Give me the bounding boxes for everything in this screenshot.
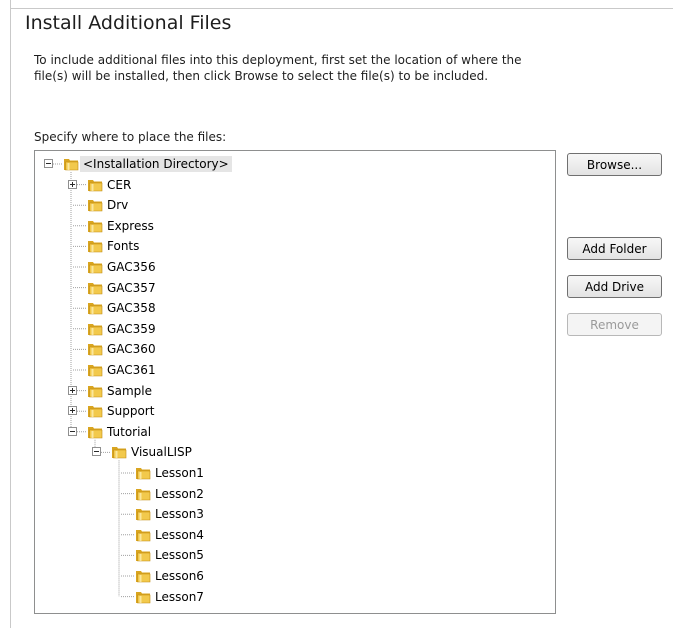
panel-top-border xyxy=(10,8,673,9)
tree-node-label: GAC361 xyxy=(107,363,156,377)
collapse-icon[interactable] xyxy=(92,447,101,457)
tree-label: Specify where to place the files: xyxy=(34,130,227,144)
tree-node-gac360[interactable]: GAC360 xyxy=(86,339,159,359)
expand-icon[interactable] xyxy=(68,385,77,395)
tree-node-label: GAC360 xyxy=(107,342,156,357)
tree-node-lesson2[interactable]: Lesson2 xyxy=(134,484,207,504)
folder-icon xyxy=(86,423,104,441)
instructions-line-2: file(s) will be installed, then click Br… xyxy=(34,69,489,83)
tree-node-label: Tutorial xyxy=(107,424,152,439)
folder-icon xyxy=(86,176,104,194)
tree-node-cer[interactable]: CER xyxy=(86,175,134,195)
tree-node-label: Lesson7 xyxy=(155,589,204,604)
tree-node-label: Lesson3 xyxy=(155,507,204,522)
tree-node-lesson1[interactable]: Lesson1 xyxy=(134,463,207,483)
browse-button[interactable]: Browse... xyxy=(567,153,662,176)
folder-icon xyxy=(110,443,128,461)
tree-node-lesson3[interactable]: Lesson3 xyxy=(134,504,207,524)
tree-node-label: VisualLISP xyxy=(131,445,192,460)
tree-node-lesson4[interactable]: Lesson4 xyxy=(134,525,207,545)
tree-node-lesson7[interactable]: Lesson7 xyxy=(134,587,207,607)
folder-icon xyxy=(86,237,104,255)
add-drive-button[interactable]: Add Drive xyxy=(567,275,662,298)
tree-node-label: Sample xyxy=(107,383,152,398)
tree-node-lesson6[interactable]: Lesson6 xyxy=(134,566,207,586)
folder-icon xyxy=(86,382,104,400)
tree-node-label: GAC359 xyxy=(107,321,156,336)
tree-node-label: Lesson1 xyxy=(155,466,204,480)
folder-icon xyxy=(86,217,104,235)
tree-node-label: Drv xyxy=(107,198,129,213)
instructions-line-1: To include additional files into this de… xyxy=(34,53,522,67)
folder-icon xyxy=(134,485,152,503)
folder-icon xyxy=(86,340,104,358)
tree-node-gac357[interactable]: GAC357 xyxy=(86,278,159,298)
tree-node-label: Lesson6 xyxy=(155,569,204,583)
instructions-text: To include additional files into this de… xyxy=(34,52,554,84)
collapse-icon[interactable] xyxy=(68,426,77,436)
tree-node-gac359[interactable]: GAC359 xyxy=(86,319,159,339)
add-folder-button[interactable]: Add Folder xyxy=(567,237,662,260)
remove-button[interactable]: Remove xyxy=(567,313,662,336)
tree-node-label: Express xyxy=(107,218,154,233)
tree-node-label: <Installation Directory> xyxy=(80,156,232,172)
tree-node-label: Lesson5 xyxy=(155,548,204,563)
expand-icon[interactable] xyxy=(68,179,77,189)
page-title: Install Additional Files xyxy=(25,12,232,34)
tree-node-drv[interactable]: Drv xyxy=(86,195,131,215)
folder-icon xyxy=(86,299,104,317)
folder-icon xyxy=(86,402,104,420)
tree-node-label: Support xyxy=(107,404,155,419)
tree-node-label: CER xyxy=(107,177,132,192)
tree-node-tutorial[interactable]: Tutorial xyxy=(86,422,154,442)
tree-node-lesson5[interactable]: Lesson5 xyxy=(134,545,207,565)
folder-icon xyxy=(134,567,152,585)
panel-left-border xyxy=(10,0,11,628)
tree-node-label: Lesson2 xyxy=(155,486,204,501)
folder-icon xyxy=(86,279,104,297)
folder-tree[interactable]: <Installation Directory> CER Drv Express Fon… xyxy=(34,150,556,614)
folder-icon xyxy=(134,526,152,544)
folder-icon xyxy=(134,546,152,564)
expand-icon[interactable] xyxy=(68,406,77,416)
tree-node-fonts[interactable]: Fonts xyxy=(86,236,142,256)
collapse-icon[interactable] xyxy=(44,159,53,168)
folder-icon xyxy=(134,588,152,606)
folder-icon xyxy=(86,320,104,338)
tree-node-label: GAC358 xyxy=(107,301,156,316)
tree-node-support[interactable]: Support xyxy=(86,401,157,421)
tree-node-gac361[interactable]: GAC361 xyxy=(86,360,159,380)
tree-node-gac356[interactable]: GAC356 xyxy=(86,257,159,277)
tree-node-root[interactable]: <Installation Directory> xyxy=(62,154,232,174)
folder-icon xyxy=(134,505,152,523)
folder-icon xyxy=(86,258,104,276)
tree-node-express[interactable]: Express xyxy=(86,216,157,236)
tree-node-visuallisp[interactable]: VisualLISP xyxy=(110,442,195,462)
tree-node-label: Fonts xyxy=(107,239,140,254)
folder-icon xyxy=(86,361,104,379)
tree-node-gac358[interactable]: GAC358 xyxy=(86,298,159,318)
folder-icon xyxy=(62,155,80,173)
tree-node-label: GAC356 xyxy=(107,260,156,274)
tree-node-label: GAC357 xyxy=(107,280,156,295)
folder-icon xyxy=(86,196,104,214)
folder-icon xyxy=(134,464,152,482)
tree-node-sample[interactable]: Sample xyxy=(86,381,155,401)
tree-node-label: Lesson4 xyxy=(155,527,204,542)
